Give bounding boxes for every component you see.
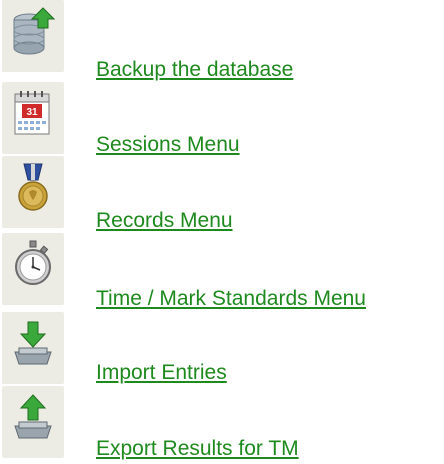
records-menu-link[interactable]: Records Menu: [96, 208, 233, 234]
menu-item-import: Import Entries: [0, 312, 444, 390]
menu-item-standards: Time / Mark Standards Menu: [0, 233, 444, 311]
import-entries-link[interactable]: Import Entries: [96, 360, 227, 386]
database-upload-icon-graphic: [13, 7, 55, 55]
admin-menu: Backup the database 31 Sessions Menu Rec…: [0, 0, 444, 461]
menu-item-sessions: 31 Sessions Menu: [0, 82, 444, 160]
stopwatch-icon[interactable]: [2, 233, 64, 305]
menu-item-export: Export Results for TM: [0, 386, 444, 464]
calendar-icon[interactable]: 31: [2, 82, 64, 154]
export-tray-icon[interactable]: [2, 386, 64, 458]
backup-database-link[interactable]: Backup the database: [96, 57, 293, 83]
time-mark-standards-link[interactable]: Time / Mark Standards Menu: [96, 286, 366, 312]
menu-item-backup: Backup the database: [0, 0, 444, 81]
medal-icon-graphic: [18, 163, 48, 211]
import-tray-icon-graphic: [14, 321, 52, 365]
svg-text:31: 31: [26, 107, 38, 118]
export-tray-icon-graphic: [14, 394, 52, 439]
menu-item-records: Records Menu: [0, 156, 444, 234]
sessions-menu-link[interactable]: Sessions Menu: [96, 132, 240, 158]
medal-icon[interactable]: [2, 156, 64, 228]
export-results-link[interactable]: Export Results for TM: [96, 436, 299, 462]
stopwatch-icon-graphic: [15, 240, 51, 285]
calendar-icon-graphic: 31: [14, 91, 50, 135]
database-upload-icon[interactable]: [2, 0, 64, 72]
import-tray-icon[interactable]: [2, 312, 64, 384]
